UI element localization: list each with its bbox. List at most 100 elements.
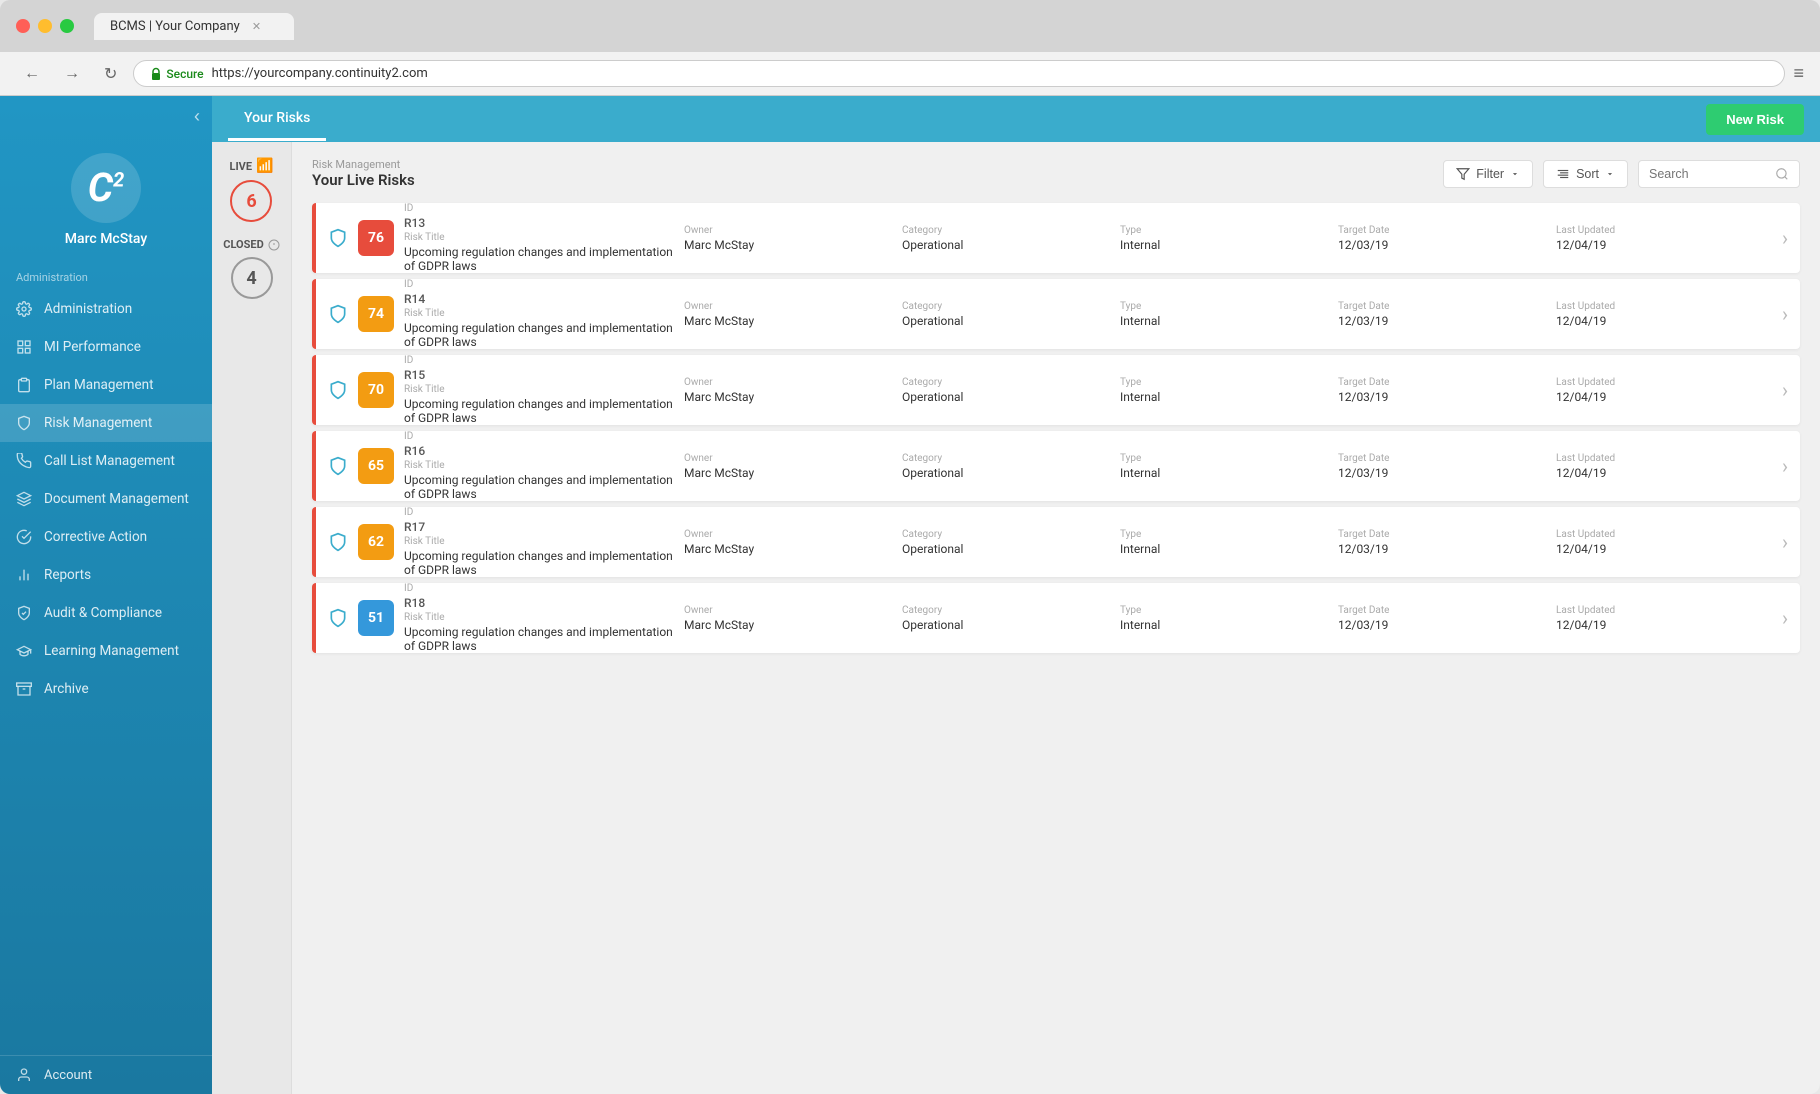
target-date-value: 12/03/19 [1338,390,1556,404]
risk-id-title-block: ID R17 Risk Title Upcoming regulation ch… [404,507,684,577]
id-label: ID [404,203,684,214]
risk-row-content: ID R16 Risk Title Upcoming regulation ch… [394,431,1774,501]
risk-id-title-block: ID R15 Risk Title Upcoming regulation ch… [404,355,684,425]
risk-row[interactable]: 51 ID R18 Risk Title Upcoming regulation… [312,583,1800,653]
risk-row[interactable]: 65 ID R16 Risk Title Upcoming regulation… [312,431,1800,501]
last-updated-label: Last Updated [1556,225,1774,236]
risk-row[interactable]: 74 ID R14 Risk Title Upcoming regulation… [312,279,1800,349]
forward-button[interactable]: → [56,61,88,87]
closed-count-circle[interactable]: 4 [231,257,273,299]
sidebar-collapse-btn[interactable]: ‹ [194,106,200,127]
risk-row-arrow: › [1782,530,1788,554]
refresh-button[interactable]: ↻ [96,60,125,88]
score-badge: 70 [358,372,394,408]
sidebar-item-call-list[interactable]: Call List Management [0,442,212,480]
risk-breadcrumb: Risk Management [312,158,415,171]
risk-category-block: Category Operational [902,453,1120,480]
sidebar-item-mi-performance[interactable]: MI Performance [0,328,212,366]
minimize-button[interactable] [38,19,52,33]
risk-row-arrow: › [1782,226,1788,250]
sidebar-label-call-list: Call List Management [44,453,175,469]
risk-type-block: Type Internal [1120,225,1338,252]
risk-id-title-block: ID R16 Risk Title Upcoming regulation ch… [404,431,684,501]
risk-last-updated-block: Last Updated 12/04/19 [1556,453,1774,480]
score-badge: 51 [358,600,394,636]
category-value: Operational [902,466,1120,480]
check-badge-icon [16,605,32,621]
type-label: Type [1120,301,1338,312]
tab-close-btn[interactable]: ✕ [252,20,261,33]
info-icon [268,239,280,251]
risk-title-value: Upcoming regulation changes and implemen… [404,397,684,425]
risk-owner-block: Owner Marc McStay [684,377,902,404]
phone-icon [16,453,32,469]
maximize-button[interactable] [60,19,74,33]
risk-target-date-block: Target Date 12/03/19 [1338,377,1556,404]
risk-id-value: R17 [404,520,684,534]
category-label: Category [902,301,1120,312]
last-updated-value: 12/04/19 [1556,542,1774,556]
risk-meta: Owner Marc McStay Category Operational T… [684,301,1774,328]
sidebar-label-plan-management: Plan Management [44,377,153,393]
sidebar-item-account[interactable]: Account [0,1056,212,1094]
search-box[interactable] [1638,160,1800,188]
check-circle-icon [16,529,32,545]
sidebar-item-administration[interactable]: Administration [0,290,212,328]
category-value: Operational [902,390,1120,404]
archive-icon [16,681,32,697]
shield-row-icon [328,608,348,628]
risk-row-content: ID R18 Risk Title Upcoming regulation ch… [394,583,1774,653]
sidebar-label-account: Account [44,1068,92,1083]
category-label: Category [902,529,1120,540]
sidebar-item-learning-management[interactable]: Learning Management [0,632,212,670]
type-value: Internal [1120,390,1338,404]
id-label: ID [404,583,684,594]
sidebar-item-risk-management[interactable]: Risk Management [0,404,212,442]
risk-row-content: ID R15 Risk Title Upcoming regulation ch… [394,355,1774,425]
risk-row[interactable]: 76 ID R13 Risk Title Upcoming regulation… [312,203,1800,273]
risk-row-icons: 62 [328,524,394,560]
sidebar: ‹ C2 Marc McStay Administration Administ… [0,96,212,1094]
risk-id-title-block: ID R13 Risk Title Upcoming regulation ch… [404,203,684,273]
risk-category-block: Category Operational [902,605,1120,632]
risk-row-icons: 76 [328,220,394,256]
address-bar[interactable]: Secure https://yourcompany.continuity2.c… [133,60,1785,87]
risk-row-icons: 70 [328,372,394,408]
live-badge: LIVE 📶 6 [230,158,274,222]
back-button[interactable]: ← [16,61,48,87]
browser-toolbar: ← → ↻ Secure https://yourcompany.continu… [0,52,1820,96]
browser-menu-icon[interactable]: ≡ [1793,63,1804,84]
filter-button[interactable]: Filter [1443,160,1533,188]
sidebar-item-reports[interactable]: Reports [0,556,212,594]
risk-id-value: R16 [404,444,684,458]
risk-row-arrow: › [1782,302,1788,326]
risk-row-icons: 51 [328,600,394,636]
logo-text: C2 [88,168,125,208]
target-date-label: Target Date [1338,225,1556,236]
new-risk-button[interactable]: New Risk [1706,104,1804,135]
sidebar-item-corrective-action[interactable]: Corrective Action [0,518,212,556]
risk-meta: Owner Marc McStay Category Operational T… [684,377,1774,404]
risk-row[interactable]: 62 ID R17 Risk Title Upcoming regulation… [312,507,1800,577]
search-input[interactable] [1649,167,1769,181]
sort-button[interactable]: Sort [1543,160,1628,188]
risk-title-value: Upcoming regulation changes and implemen… [404,549,684,577]
owner-label: Owner [684,529,902,540]
risk-row-arrow: › [1782,606,1788,630]
sidebar-label-reports: Reports [44,567,91,583]
sidebar-item-document-management[interactable]: Document Management [0,480,212,518]
risk-last-updated-block: Last Updated 12/04/19 [1556,605,1774,632]
last-updated-value: 12/04/19 [1556,238,1774,252]
traffic-lights [16,19,74,33]
risk-title-label: Risk Title [404,232,684,243]
browser-tab[interactable]: BCMS | Your Company ✕ [94,13,294,40]
sidebar-item-archive[interactable]: Archive [0,670,212,708]
sidebar-section-label: Administration [0,259,212,290]
sidebar-item-plan-management[interactable]: Plan Management [0,366,212,404]
close-button[interactable] [16,19,30,33]
live-count-circle[interactable]: 6 [230,180,272,222]
risk-row[interactable]: 70 ID R15 Risk Title Upcoming regulation… [312,355,1800,425]
sidebar-item-audit-compliance[interactable]: Audit & Compliance [0,594,212,632]
sidebar-bottom: Account [0,1055,212,1094]
top-bar: Your Risks New Risk [212,96,1820,142]
